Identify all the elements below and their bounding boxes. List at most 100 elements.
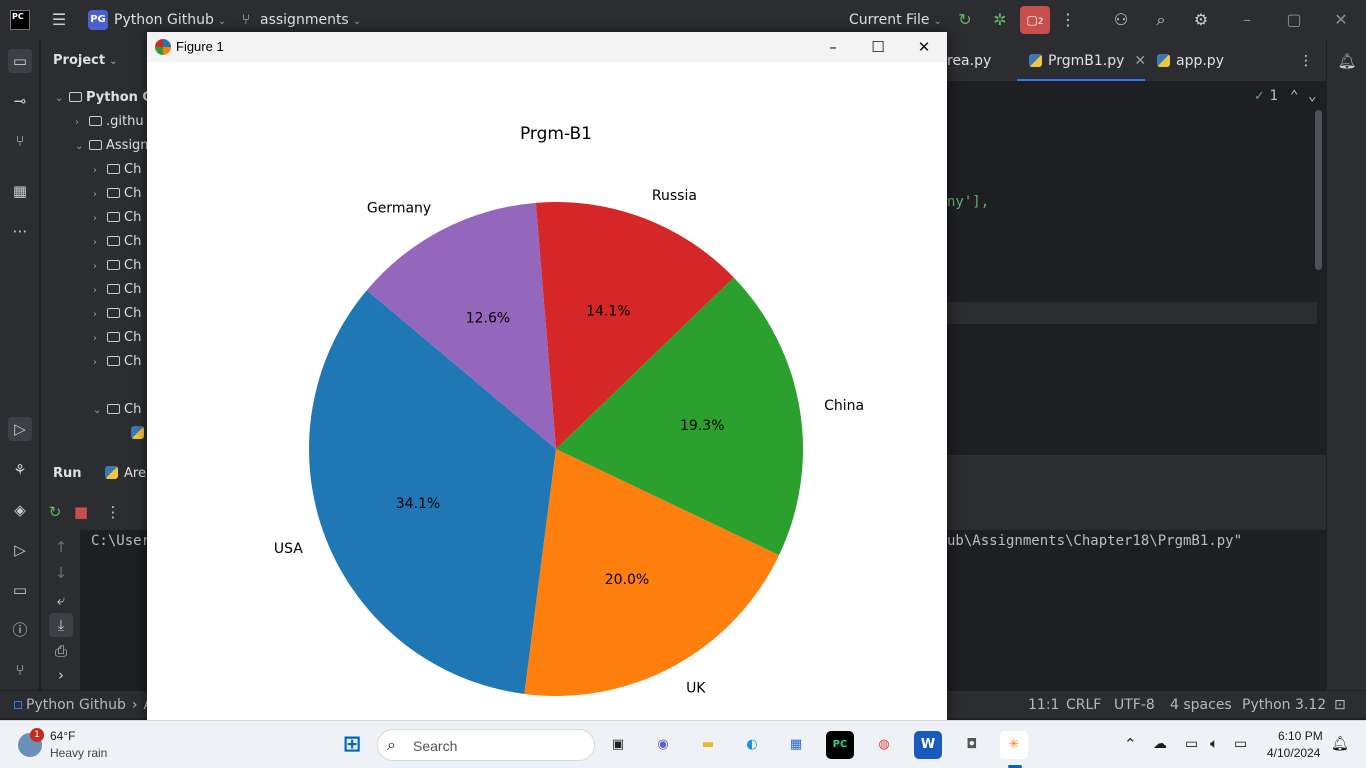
- chevron-up-icon[interactable]: ⌃: [1290, 88, 1298, 104]
- file-encoding[interactable]: UTF-8: [1114, 697, 1155, 713]
- arrow-down-icon[interactable]: ↓: [49, 561, 73, 585]
- task-view-icon[interactable]: ▣: [604, 731, 632, 759]
- folder-icon: [89, 140, 102, 150]
- code-editor[interactable]: ✓ 1 ⌃ ⌄ ny'],: [947, 82, 1326, 455]
- pycharm-taskbar-icon[interactable]: PC: [826, 731, 854, 759]
- tree-item[interactable]: › Ch: [93, 326, 141, 350]
- run-tool-icon[interactable]: ▷: [8, 417, 32, 441]
- chrome-icon[interactable]: ◍: [870, 731, 898, 759]
- edge-icon[interactable]: ◐: [738, 731, 766, 759]
- git-icon[interactable]: ⑂: [8, 658, 32, 682]
- print-icon[interactable]: ⎙: [49, 639, 73, 663]
- tree-label: .githu: [106, 114, 144, 129]
- minimize-icon[interactable]: –: [1237, 10, 1257, 30]
- editor-scrollbar[interactable]: [1315, 110, 1322, 270]
- tree-item[interactable]: › Ch: [93, 206, 141, 230]
- weather-temp[interactable]: 64°F: [50, 729, 75, 743]
- rerun-icon[interactable]: ↻: [955, 10, 975, 30]
- python-console-icon[interactable]: ⚘: [8, 458, 32, 482]
- line-separator[interactable]: CRLF: [1066, 697, 1101, 713]
- clock-date[interactable]: 4/10/2024: [1267, 746, 1320, 760]
- tab-app[interactable]: app.py: [1157, 53, 1224, 69]
- breadcrumb[interactable]: Python Github›A: [14, 697, 153, 713]
- main-menu-icon[interactable]: ☰: [49, 10, 69, 30]
- chevron-up-icon[interactable]: ⌃: [1124, 735, 1137, 753]
- weather-desc[interactable]: Heavy rain: [50, 746, 107, 760]
- arrow-up-icon[interactable]: ↑: [49, 535, 73, 559]
- matplotlib-taskbar-icon[interactable]: ✳: [1000, 731, 1028, 759]
- maximize-icon[interactable]: ▢: [1284, 10, 1304, 30]
- run-config-tab[interactable]: Are: [105, 462, 146, 486]
- chevron-down-icon: ⌄: [217, 16, 227, 27]
- close-icon[interactable]: ✕: [1331, 10, 1351, 30]
- onedrive-icon[interactable]: ☁: [1153, 735, 1167, 752]
- network-icon[interactable]: ▭: [1185, 735, 1198, 752]
- taskbar-search[interactable]: ⌕ Search: [377, 729, 595, 761]
- python-packages-icon[interactable]: ◈: [8, 498, 32, 522]
- tab-prgmb1[interactable]: PrgmB1.py ✕: [1029, 53, 1146, 69]
- run-tab[interactable]: Run: [53, 462, 82, 486]
- tree-item[interactable]: › Ch: [93, 158, 141, 182]
- clock-time[interactable]: 6:10 PM: [1278, 729, 1323, 743]
- more-tools-icon[interactable]: ⋯: [8, 219, 32, 243]
- tree-root[interactable]: ⌄ Python G: [55, 86, 148, 110]
- tree-item[interactable]: › Ch: [93, 350, 141, 374]
- volume-icon[interactable]: 🔈︎: [1210, 735, 1218, 752]
- tree-item[interactable]: › Ch: [93, 182, 141, 206]
- notifications-bell-icon[interactable]: 🔔︎: [1335, 49, 1359, 73]
- settings-gear-icon[interactable]: ⚙: [1191, 10, 1211, 30]
- chevron-down-icon[interactable]: ⌄: [1308, 88, 1316, 104]
- project-tool-folder-icon[interactable]: ▭: [8, 49, 32, 73]
- branch-selector[interactable]: assignments ⌄: [260, 12, 361, 28]
- cursor-position[interactable]: 11:1: [1028, 697, 1059, 713]
- project-badge[interactable]: PG: [88, 10, 108, 30]
- battery-icon[interactable]: ▭: [1234, 735, 1247, 752]
- close-icon[interactable]: ✕: [901, 32, 947, 62]
- tree-item[interactable]: › Ch: [93, 278, 141, 302]
- word-icon[interactable]: W: [914, 731, 942, 759]
- tree-item[interactable]: › Ch: [93, 254, 141, 278]
- chevron-right-icon[interactable]: ›: [49, 663, 73, 687]
- file-explorer-icon[interactable]: ▬: [694, 731, 722, 759]
- tab-area[interactable]: rea.py: [947, 53, 991, 69]
- tree-item[interactable]: › .githu: [75, 110, 144, 134]
- add-user-icon[interactable]: ⚇: [1111, 10, 1131, 30]
- python-launcher-icon[interactable]: ◘: [958, 731, 986, 759]
- project-panel-title[interactable]: Project ⌄: [53, 49, 117, 73]
- tab-options-icon[interactable]: ⋮: [1299, 53, 1313, 69]
- tree-item[interactable]: ⌄ Ch: [93, 398, 141, 422]
- soft-wrap-icon[interactable]: ⤶: [49, 588, 73, 612]
- python-interpreter[interactable]: Python 3.12: [1242, 697, 1326, 713]
- more-actions-icon[interactable]: ⋮: [1058, 10, 1078, 30]
- search-icon[interactable]: ⌕: [1151, 10, 1171, 30]
- notification-icon[interactable]: 🔔︎: [1331, 735, 1349, 752]
- pull-requests-icon[interactable]: ⑂: [8, 129, 32, 153]
- problems-icon[interactable]: ⓘ: [8, 618, 32, 642]
- teams-icon[interactable]: ◉: [649, 731, 677, 759]
- branch-icon: ⑂: [241, 12, 251, 28]
- close-tab-icon[interactable]: ✕: [1134, 53, 1146, 69]
- terminal-icon[interactable]: ▭: [8, 578, 32, 602]
- rerun-icon[interactable]: ↻: [43, 500, 67, 524]
- minimize-icon[interactable]: –: [810, 32, 856, 62]
- lock-icon[interactable]: ⊡: [1334, 697, 1346, 713]
- store-icon[interactable]: ▦: [782, 731, 810, 759]
- stop-icon[interactable]: ■: [69, 500, 93, 524]
- indent-setting[interactable]: 4 spaces: [1170, 697, 1232, 713]
- windows-start-icon[interactable]: ⊞: [338, 731, 366, 759]
- tree-item[interactable]: › Ch: [93, 302, 141, 326]
- services-icon[interactable]: ▷: [8, 538, 32, 562]
- commit-icon[interactable]: ⊸: [8, 89, 32, 113]
- run-config-selector[interactable]: Current File ⌄: [849, 12, 942, 28]
- debug-icon[interactable]: ✲: [990, 10, 1010, 30]
- running-processes-button[interactable]: ▢2: [1020, 6, 1050, 34]
- inspection-check-icon[interactable]: ✓ 1: [1255, 88, 1278, 104]
- more-actions-icon[interactable]: ⋮: [101, 500, 125, 524]
- scroll-to-end-icon[interactable]: ⤓: [49, 613, 73, 637]
- tree-item[interactable]: ⌄ Assign: [75, 134, 148, 158]
- structure-icon[interactable]: ▦: [8, 179, 32, 203]
- tree-file[interactable]: [131, 422, 148, 446]
- project-selector[interactable]: Python Github ⌄: [114, 12, 226, 28]
- tree-item[interactable]: › Ch: [93, 230, 141, 254]
- maximize-icon[interactable]: ☐: [855, 32, 901, 62]
